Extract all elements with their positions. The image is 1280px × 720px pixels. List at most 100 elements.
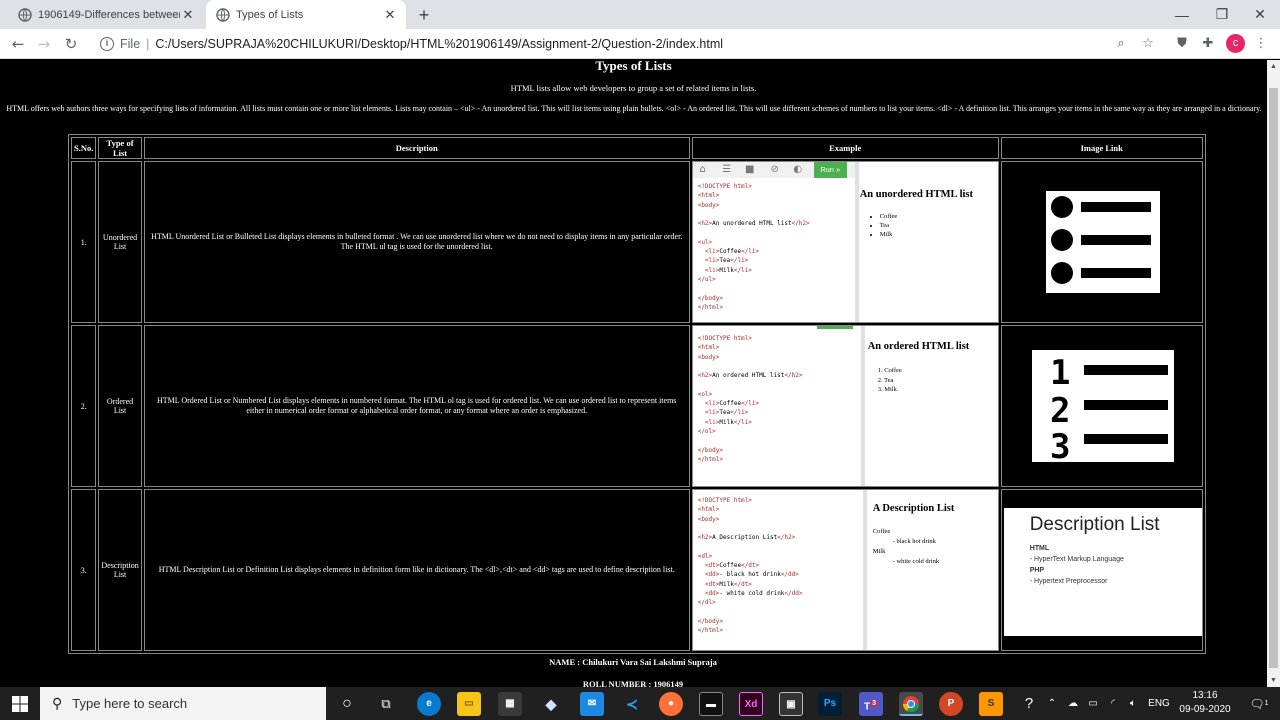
header-image: Image Link bbox=[1000, 137, 1203, 159]
code-line: <body> bbox=[697, 201, 720, 209]
list-item: 2. Tea bbox=[877, 376, 894, 384]
menu-icon: ☰ bbox=[722, 164, 732, 175]
result-numbered-list: 1. Coffee 2. Tea 3. Milk bbox=[878, 366, 902, 395]
vscode-icon[interactable]: ≺ bbox=[620, 692, 644, 716]
terminal-icon[interactable]: ▬ bbox=[699, 692, 723, 716]
scroll-up-arrow-icon[interactable]: ▲ bbox=[1267, 60, 1280, 73]
code-block: <!DOCTYPE html> <html> <body> <h2>An ordere… bbox=[698, 334, 803, 464]
close-tab-icon[interactable]: ✕ bbox=[180, 7, 196, 23]
list-item: Milk bbox=[880, 230, 898, 239]
bookmark-star-icon[interactable]: ☆ bbox=[1139, 35, 1157, 53]
editor-divider bbox=[854, 162, 859, 322]
close-tab-icon[interactable]: ✕ bbox=[382, 7, 398, 23]
close-window-button[interactable]: ✕ bbox=[1240, 0, 1280, 29]
zoom-icon[interactable]: ⌕ bbox=[1112, 35, 1130, 53]
code-line: <li>Milk</li> bbox=[704, 418, 752, 426]
code-line: <!DOCTYPE html> bbox=[697, 497, 752, 504]
forward-arrow-icon[interactable]: → bbox=[34, 34, 54, 54]
cortana-icon[interactable]: ○ bbox=[335, 692, 359, 716]
extensions-puzzle-icon[interactable]: ✚ bbox=[1199, 35, 1217, 53]
card-list: HTML - HyperText Markup Language PHP - H… bbox=[1030, 543, 1124, 587]
profile-avatar[interactable]: c bbox=[1226, 34, 1245, 53]
code-line: </html> bbox=[697, 455, 723, 463]
xd-icon[interactable]: Xd bbox=[739, 692, 763, 716]
clock[interactable]: 13:16 09-09-2020 bbox=[1170, 689, 1240, 717]
minimize-button[interactable]: — bbox=[1162, 0, 1202, 29]
volume-icon[interactable]: 🔈︎ bbox=[1124, 687, 1142, 720]
mail-icon[interactable]: ✉ bbox=[580, 692, 604, 716]
chevron-up-icon[interactable]: ⌃ bbox=[1045, 687, 1059, 720]
intro-paragraph: HTML offers web authors three ways for s… bbox=[6, 104, 1262, 113]
teams-icon[interactable]: T3 bbox=[859, 692, 883, 716]
help-icon[interactable]: ? bbox=[1017, 687, 1041, 720]
editor-divider bbox=[860, 326, 865, 486]
code-line: <html> bbox=[697, 192, 720, 200]
intro-line: HTML lists allow web developers to group… bbox=[510, 83, 757, 93]
task-view-icon[interactable]: ⧉ bbox=[374, 692, 398, 716]
globe-icon bbox=[216, 7, 230, 22]
code-block: <!DOCTYPE html> <html> <body> <h2>An unorde… bbox=[698, 182, 810, 312]
url-scheme: File bbox=[120, 37, 141, 51]
globe-icon bbox=[18, 7, 32, 22]
menu-kebab-icon[interactable]: ⋮ bbox=[1252, 35, 1270, 53]
numbered-list-icon: 1 2 3 bbox=[1031, 350, 1174, 467]
battery-icon[interactable]: ▭ bbox=[1084, 687, 1102, 720]
row-type: Ordered List bbox=[98, 325, 142, 487]
reload-icon[interactable]: ↻ bbox=[61, 34, 81, 54]
scroll-down-arrow-icon[interactable]: ▼ bbox=[1267, 674, 1280, 687]
url-text[interactable]: C:/Users/SUPRAJA%20CHILUKURI/Desktop/HTM… bbox=[155, 37, 723, 51]
code-line: <html> bbox=[697, 344, 720, 352]
info-icon[interactable]: i bbox=[100, 37, 114, 51]
list-item: 3. Milk bbox=[877, 386, 897, 393]
address-bar[interactable]: i File | C:/Users/SUPRAJA%20CHILUKURI/De… bbox=[90, 31, 1170, 57]
tab-differences[interactable]: 1906149-Differences between H ✕ bbox=[8, 0, 204, 29]
windows-start-icon[interactable] bbox=[0, 687, 40, 720]
store-icon[interactable]: ▦ bbox=[498, 692, 522, 716]
code-line: <dl> bbox=[697, 552, 713, 560]
scrollbar-thumb[interactable] bbox=[1269, 88, 1278, 668]
firefox-icon[interactable]: ● bbox=[659, 692, 683, 716]
file-explorer-icon[interactable]: ▭ bbox=[457, 692, 481, 716]
edge-icon[interactable]: e bbox=[417, 692, 441, 716]
code-line: </body> bbox=[697, 617, 723, 625]
new-tab-button[interactable]: + bbox=[414, 5, 434, 25]
vertical-scrollbar[interactable]: ▲ ▼ bbox=[1267, 60, 1280, 687]
tab-types-of-lists[interactable]: Types of Lists ✕ bbox=[206, 0, 406, 29]
row-example: ⌂ ☰ ■ ⊘ ◐ Run » <!DOCTYPE html> <html> <bo… bbox=[691, 161, 999, 323]
language-indicator[interactable]: ENG bbox=[1146, 687, 1172, 720]
dropbox-icon[interactable]: ◆ bbox=[539, 692, 563, 716]
taskbar-search[interactable]: ⚲ Type here to search bbox=[40, 687, 326, 720]
maximize-button[interactable]: ❐ bbox=[1202, 0, 1242, 29]
notification-icon[interactable]: 🗨︎ 1 bbox=[1244, 687, 1274, 720]
bulleted-list-icon bbox=[1045, 191, 1160, 293]
code-line: <li>Milk</li> bbox=[704, 266, 752, 274]
row-type: Description List bbox=[98, 489, 142, 651]
row-description: HTML Unordered List or Bulleted List dis… bbox=[143, 161, 690, 323]
chrome-icon[interactable] bbox=[899, 692, 923, 716]
wifi-icon[interactable]: ◜ bbox=[1104, 687, 1122, 720]
shield-extension-icon[interactable]: ⛊ bbox=[1173, 35, 1191, 53]
cloud-icon[interactable]: ☁ bbox=[1064, 687, 1082, 720]
row-type: Unordered List bbox=[98, 161, 142, 323]
page-viewport: Types of Lists HTML lists allow web deve… bbox=[0, 60, 1267, 687]
code-line: <body> bbox=[697, 515, 720, 523]
clock-date: 09-09-2020 bbox=[1179, 704, 1231, 715]
search-placeholder: Type here to search bbox=[72, 696, 188, 711]
code-line: <!DOCTYPE html> bbox=[697, 183, 752, 190]
sublime-icon[interactable]: S bbox=[979, 692, 1003, 716]
code-line: <h2>An ordered HTML list</h2> bbox=[697, 372, 803, 380]
browser-toolbar: ← → ↻ i File | C:/Users/SUPRAJA%20CHILUK… bbox=[0, 29, 1280, 59]
back-arrow-icon[interactable]: ← bbox=[8, 34, 28, 54]
code-line: </dl> bbox=[697, 599, 716, 607]
code-line: <html> bbox=[697, 506, 720, 514]
photoshop-icon[interactable]: Ps bbox=[818, 692, 842, 716]
powerpoint-icon[interactable]: P bbox=[939, 692, 963, 716]
list-item: Tea bbox=[880, 221, 898, 230]
app-placeholder-icon[interactable]: ▣ bbox=[779, 692, 803, 716]
run-button-edge bbox=[816, 326, 853, 329]
